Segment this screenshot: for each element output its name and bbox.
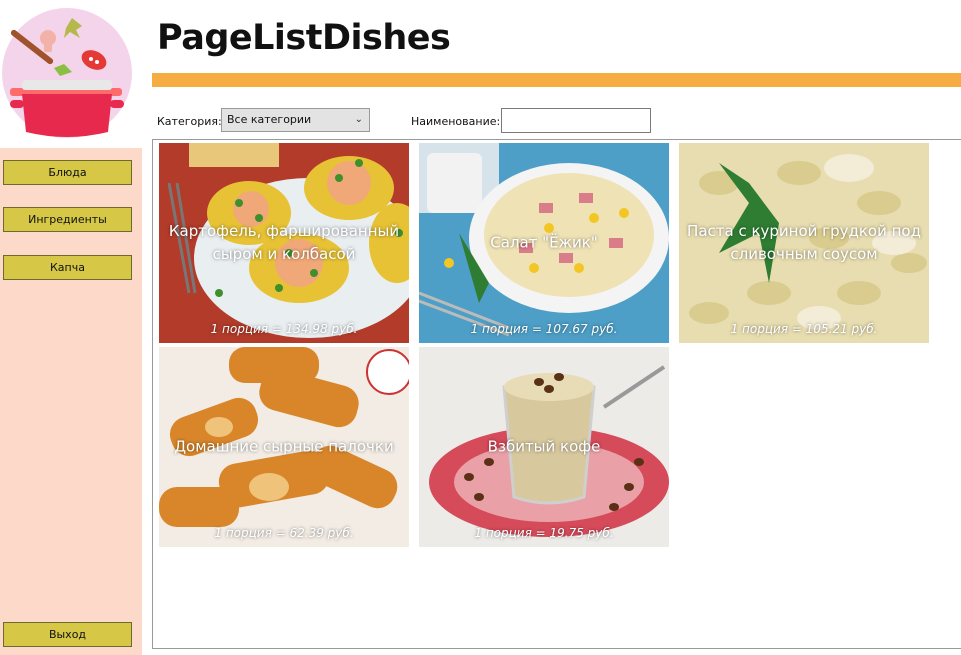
dish-name: Картофель, фаршированный сыром и колбасо… <box>168 222 400 263</box>
dish-name: Салат "Ёжик" <box>490 233 598 252</box>
category-select[interactable]: Все категории ⌄ <box>221 108 370 132</box>
page-title: PageListDishes <box>157 18 451 58</box>
dish-card[interactable]: Взбитый кофе 1 порция = 19.75 руб. <box>419 347 669 547</box>
category-select-value: Все категории <box>227 113 312 126</box>
sidebar-item-dishes[interactable]: Блюда <box>3 160 132 185</box>
chevron-down-icon: ⌄ <box>354 114 363 125</box>
dish-price: 1 порция = 62.39 руб. <box>214 526 354 540</box>
dishes-list: Картофель, фаршированный сыром и колбасо… <box>152 139 961 649</box>
dish-card[interactable]: Салат "Ёжик" 1 порция = 107.67 руб. <box>419 143 669 343</box>
name-label: Наименование: <box>411 115 501 128</box>
sidebar-item-ingredients[interactable]: Ингредиенты <box>3 207 132 232</box>
dish-price: 1 порция = 107.67 руб. <box>470 322 618 336</box>
dish-card[interactable]: Домашние сырные палочки 1 порция = 62.39… <box>159 347 409 547</box>
dish-name: Взбитый кофе <box>487 437 601 456</box>
dish-name: Домашние сырные палочки <box>174 437 394 456</box>
dish-price: 1 порция = 134.98 руб. <box>210 322 358 336</box>
cooking-pot-logo <box>2 8 132 138</box>
sidebar-item-captcha[interactable]: Капча <box>3 255 132 280</box>
category-label: Категория: <box>157 115 222 128</box>
dish-card[interactable]: Паста с куриной грудкой под сливочным со… <box>679 143 929 343</box>
dish-card[interactable]: Картофель, фаршированный сыром и колбасо… <box>159 143 409 343</box>
sidebar-logo-area <box>0 0 142 148</box>
dish-price: 1 порция = 105.21 руб. <box>730 322 878 336</box>
sidebar: Блюда Ингредиенты Капча Выход <box>0 148 142 655</box>
dish-name: Паста с куриной грудкой под сливочным со… <box>687 222 921 263</box>
accent-divider <box>152 73 961 87</box>
name-search-input[interactable] <box>501 108 651 133</box>
dish-price: 1 порция = 19.75 руб. <box>474 526 614 540</box>
exit-button[interactable]: Выход <box>3 622 132 647</box>
